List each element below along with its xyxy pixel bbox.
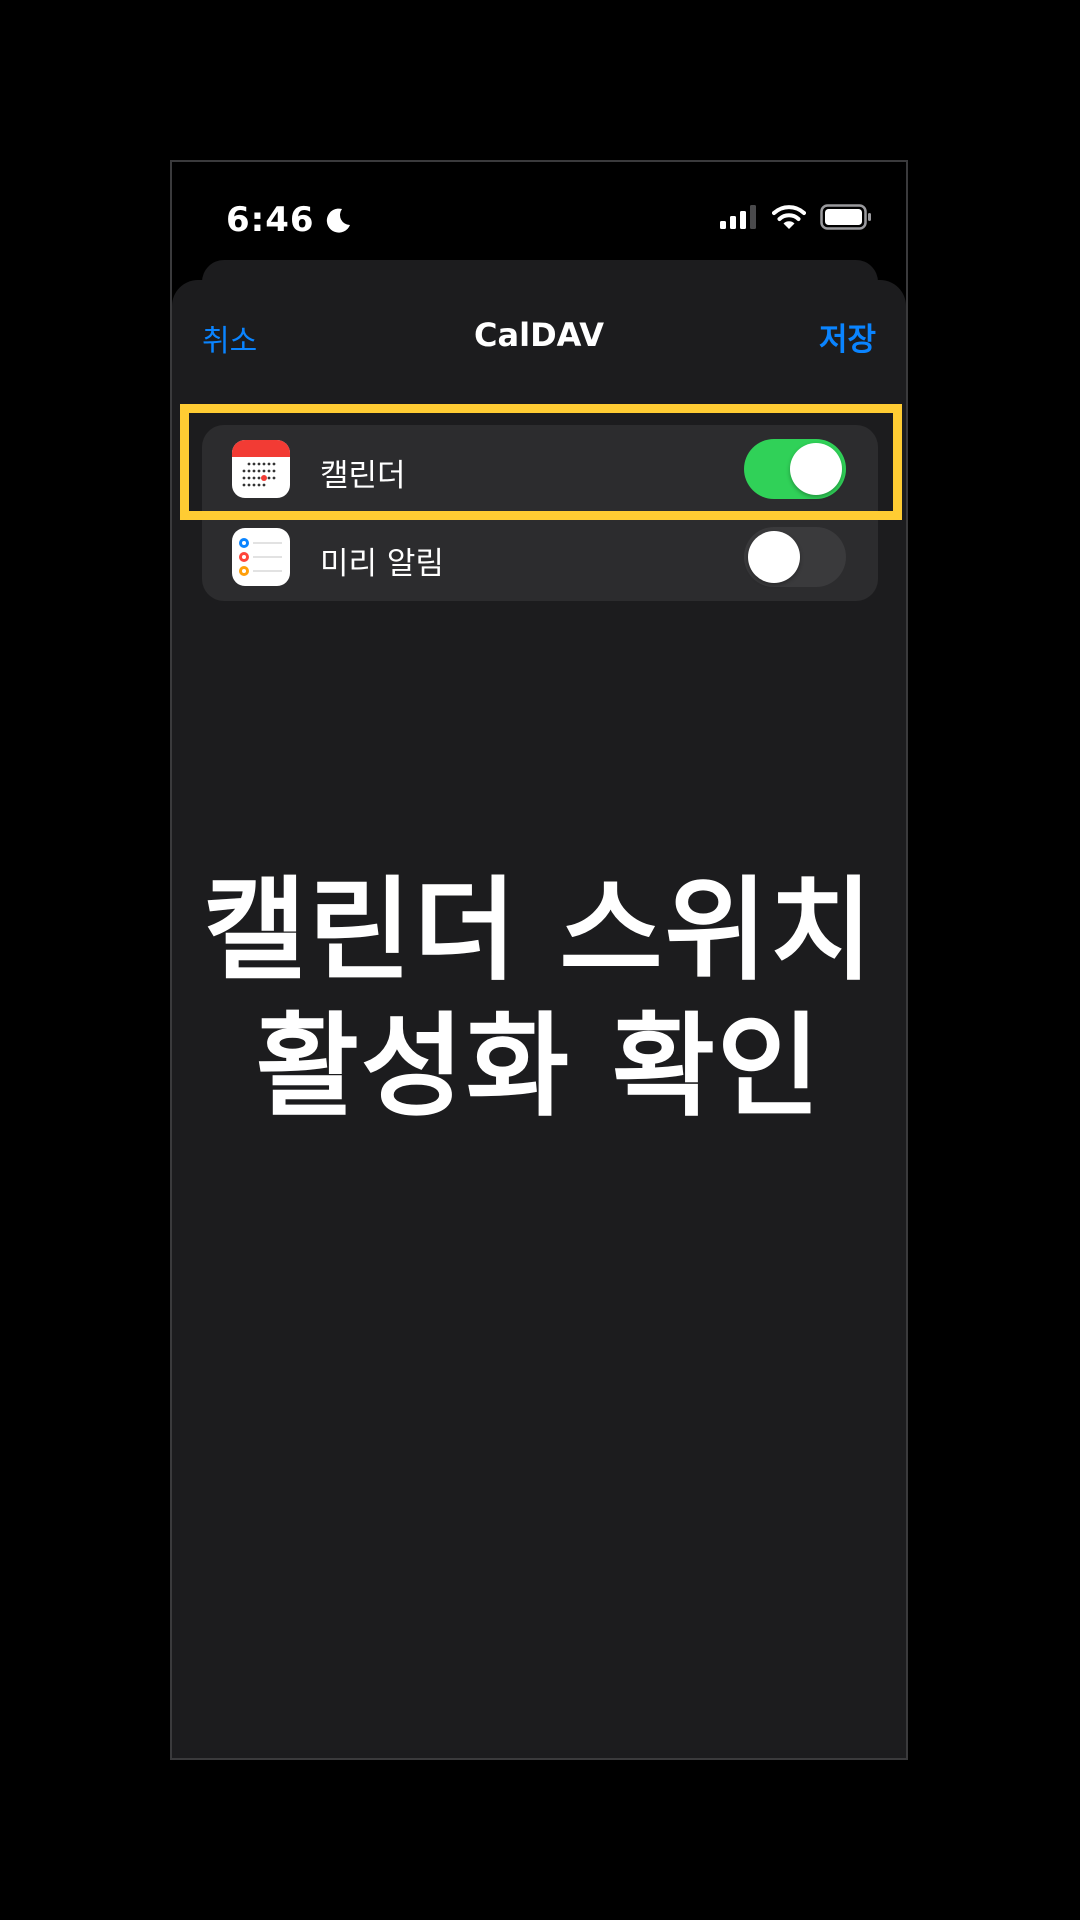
cellular-signal-icon (720, 205, 756, 229)
reminders-app-icon (232, 528, 290, 586)
calendar-row[interactable]: 캘린더 (202, 425, 878, 513)
save-button[interactable]: 저장 (819, 314, 876, 359)
sync-settings-group: 캘린더 미리 알림 (202, 425, 878, 601)
moon-icon (326, 208, 350, 233)
status-time: 6:46 (226, 200, 315, 240)
status-bar: 6:46 (172, 162, 906, 262)
wifi-icon (772, 205, 806, 229)
calendar-toggle[interactable] (744, 439, 846, 499)
caption-line-2: 활성화 확인 (255, 1002, 823, 1132)
toggle-knob (748, 531, 800, 583)
battery-icon (820, 204, 871, 230)
phone-screen: 6:46 취소 CalDAV 저장 캘린더 미리 알림 캘린더 스위치 활성화 … (170, 160, 908, 1760)
page-title: CalDAV (474, 316, 604, 354)
calendar-app-icon (232, 440, 290, 498)
toggle-knob (790, 443, 842, 495)
reminders-toggle[interactable] (744, 527, 846, 587)
caldav-sheet: 취소 CalDAV 저장 캘린더 미리 알림 캘린더 스위치 활성화 확인 (172, 280, 906, 1758)
reminders-label: 미리 알림 (320, 546, 444, 582)
nav-bar: 취소 CalDAV 저장 (172, 280, 906, 390)
reminders-row[interactable]: 미리 알림 (202, 513, 878, 601)
calendar-label: 캘린더 (320, 458, 406, 494)
